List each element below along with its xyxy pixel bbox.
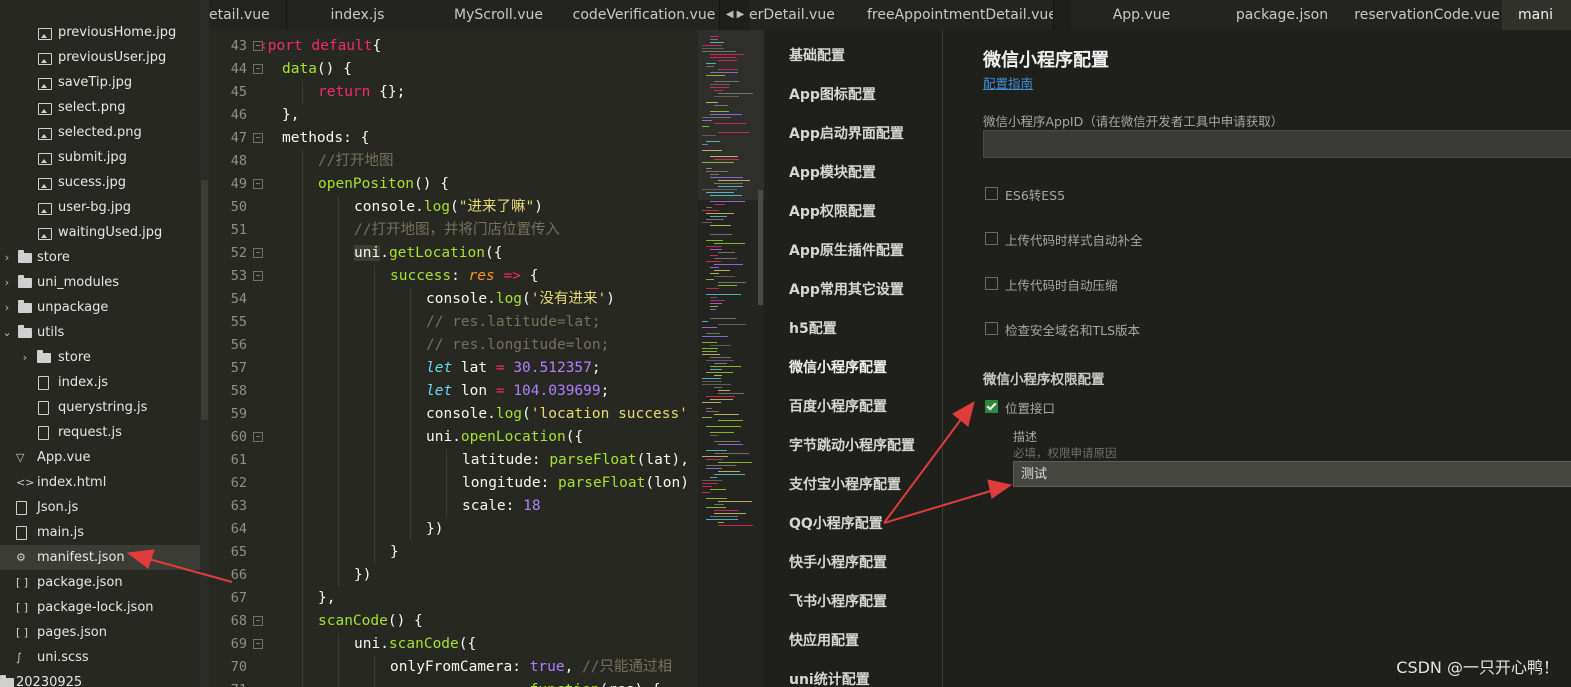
arrow-to-description-head	[987, 479, 1013, 499]
arrow-to-description-line	[883, 489, 995, 524]
arrow-to-manifest-line	[144, 557, 233, 583]
annotation-arrows	[126, 400, 1013, 583]
arrow-to-location-line	[883, 417, 963, 524]
csdn-watermark: CSDN @一只开心鸭！	[1396, 658, 1559, 677]
arrow-to-manifest-head	[126, 549, 155, 569]
arrow-to-location-head	[952, 400, 975, 427]
